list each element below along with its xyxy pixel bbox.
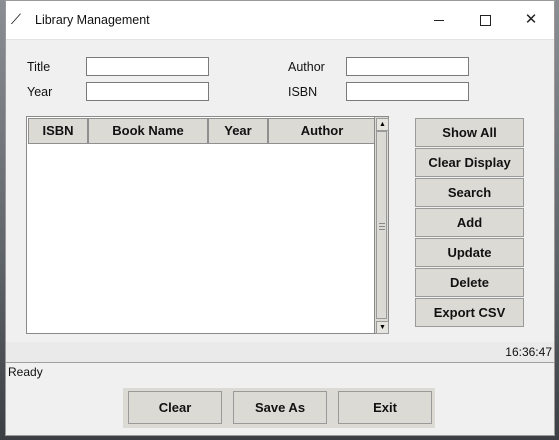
clear-button[interactable]: Clear [128,391,222,424]
year-field[interactable] [86,82,209,101]
bottom-button-bar: Clear Save As Exit [123,388,435,428]
column-header-year[interactable]: Year [208,118,268,144]
show-all-button[interactable]: Show All [415,118,524,147]
clock-row: 16:36:47 [6,342,554,362]
export-csv-button[interactable]: Export CSV [415,298,524,327]
isbn-field[interactable] [346,82,469,101]
title-label: Title [27,60,51,74]
minimize-icon [434,19,444,21]
isbn-label: ISBN [288,85,318,99]
app-window: ⁄ Library Management ✕ Title Year Author… [5,0,555,436]
maximize-button[interactable] [462,1,508,39]
author-field[interactable] [346,57,469,76]
title-field[interactable] [86,57,209,76]
table-scrollbar[interactable]: ▲ ▼ [374,116,389,334]
update-button[interactable]: Update [415,238,524,267]
window-title: Library Management [35,13,150,27]
search-button[interactable]: Search [415,178,524,207]
clock-label: 16:36:47 [505,345,552,359]
scroll-up-icon[interactable]: ▲ [376,118,389,131]
clear-display-button[interactable]: Clear Display [415,148,524,177]
save-as-button[interactable]: Save As [233,391,327,424]
status-text: Ready [8,365,43,379]
delete-button[interactable]: Delete [415,268,524,297]
column-header-isbn[interactable]: ISBN [28,118,88,144]
column-header-book-name[interactable]: Book Name [88,118,208,144]
grip-line [379,226,385,227]
author-label: Author [288,60,325,74]
add-button[interactable]: Add [415,208,524,237]
books-table[interactable]: ISBN Book Name Year Author [26,116,389,334]
maximize-icon [479,14,491,26]
scroll-down-icon[interactable]: ▼ [376,321,389,334]
scrollbar-thumb[interactable] [376,131,387,319]
status-bar: Ready [6,362,554,380]
close-button[interactable]: ✕ [508,1,554,39]
column-header-author[interactable]: Author [268,118,376,144]
grip-line [379,223,385,224]
minimize-button[interactable] [416,1,462,39]
grip-line [379,229,385,230]
year-label: Year [27,85,53,99]
close-icon: ✕ [524,11,538,28]
title-bar[interactable]: ⁄ Library Management ✕ [6,1,554,40]
exit-button[interactable]: Exit [338,391,432,424]
feather-icon: ⁄ [12,11,20,28]
